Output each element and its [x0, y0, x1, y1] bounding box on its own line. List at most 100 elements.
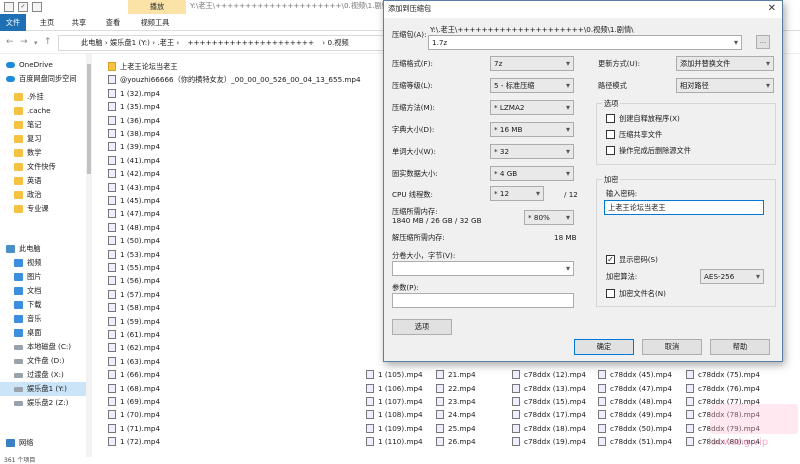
sidebar-item[interactable]: 文档	[0, 284, 92, 298]
crumb-laowang[interactable]: .老王	[157, 38, 174, 47]
crumb-video[interactable]: 0.视频	[327, 38, 348, 47]
split-combo[interactable]	[392, 261, 574, 276]
drive-icon	[14, 387, 23, 392]
video-file-icon	[108, 397, 116, 406]
sidebar-item[interactable]: .cache	[0, 104, 92, 118]
sidebar-item[interactable]: 百度网盘同步空间	[0, 72, 92, 86]
sidebar-item[interactable]: 娱乐盘1 (Y:)	[0, 382, 92, 396]
password-input[interactable]: 上老王论坛当老王	[604, 200, 764, 215]
video-file-icon	[108, 303, 116, 313]
sidebar-item[interactable]: 此电脑	[0, 242, 92, 256]
sidebar-item[interactable]: 文件盘 (D:)	[0, 354, 92, 368]
sfx-label[interactable]: 创建自释放程序(X)	[619, 114, 680, 124]
video-file-icon	[366, 383, 374, 393]
video-file-icon	[108, 209, 116, 219]
video-file-icon	[366, 370, 374, 380]
crumb-pc[interactable]: 此电脑	[81, 38, 103, 47]
tab-view[interactable]: 查看	[100, 14, 126, 31]
cancel-button[interactable]: 取消	[642, 339, 702, 355]
pathmode-select[interactable]: 相对路径	[676, 78, 774, 93]
mem-select[interactable]: * 80%	[524, 210, 574, 225]
file-name: 1 (62).mp4	[120, 343, 161, 353]
dict-label: 字典大小(D):	[392, 125, 435, 134]
sidebar-item-label: 百度网盘同步空间	[19, 74, 77, 83]
nav-scrollbar-thumb[interactable]	[87, 64, 91, 174]
video-file-icon	[686, 383, 694, 393]
address-field[interactable]: 此电脑 › 娱乐盘1 (Y:) › .老王 › ++++++++++++++++…	[58, 35, 388, 51]
sidebar-item[interactable]: 政治	[0, 188, 92, 202]
show-password-checkbox[interactable]: ✓	[606, 255, 615, 264]
show-password-label[interactable]: 显示密码(S)	[619, 255, 658, 265]
sidebar-item-label: .cache	[27, 106, 51, 115]
shared-label[interactable]: 压缩共享文件	[619, 130, 662, 140]
chevron-down-icon[interactable]: ▾	[34, 39, 38, 47]
close-icon[interactable]: ✕	[768, 3, 776, 14]
crumb-drive[interactable]: 娱乐盘1 (Y:)	[110, 38, 150, 47]
unmem-value: 18 MB	[554, 233, 577, 242]
sidebar-item[interactable]: 文件快传	[0, 160, 92, 174]
delete-source-label[interactable]: 操作完成后删除源文件	[619, 146, 691, 156]
tab-share[interactable]: 共享	[66, 14, 92, 31]
delete-source-checkbox[interactable]	[606, 146, 615, 155]
update-select[interactable]: 添加并替换文件	[676, 56, 774, 71]
method-select[interactable]: * LZMA2	[490, 100, 574, 115]
file-name: 1 (109).mp4	[378, 423, 423, 433]
sidebar-item[interactable]: 本地磁盘 (C:)	[0, 340, 92, 354]
new-folder-icon[interactable]	[32, 2, 42, 12]
properties-icon[interactable]: ✓	[18, 2, 28, 12]
sidebar-item[interactable]: .外挂	[0, 90, 92, 104]
browse-button[interactable]: ...	[756, 35, 770, 49]
archive-label: 压缩包(A):	[392, 30, 427, 39]
params-label: 参数(P):	[392, 283, 419, 292]
tab-play-context[interactable]: 播放	[128, 0, 186, 14]
video-file-icon	[686, 437, 694, 447]
level-select[interactable]: 5 - 标准压缩	[490, 78, 574, 93]
encryption-group-title: 加密	[602, 175, 621, 185]
dict-select[interactable]: * 16 MB	[490, 122, 574, 137]
solid-select[interactable]: * 4 GB	[490, 166, 574, 181]
sidebar-item[interactable]: 图片	[0, 270, 92, 284]
shared-checkbox[interactable]	[606, 130, 615, 139]
file-name: 1 (32).mp4	[120, 88, 161, 98]
sidebar-item-label: 文件快传	[27, 162, 56, 171]
file-name: 1 (53).mp4	[120, 249, 161, 259]
tab-home[interactable]: 主页	[34, 14, 60, 31]
format-select[interactable]: 7z	[490, 56, 574, 71]
sidebar-item[interactable]: 数学	[0, 146, 92, 160]
file-name: 1 (105).mp4	[378, 370, 423, 380]
params-input[interactable]	[392, 293, 574, 308]
sidebar-item[interactable]: 网络	[0, 436, 92, 450]
encrypt-names-checkbox[interactable]	[606, 289, 615, 298]
word-select[interactable]: * 32	[490, 144, 574, 159]
archive-name-combo[interactable]: 1.7z	[428, 35, 742, 50]
cpu-select[interactable]: * 12	[490, 186, 544, 201]
sidebar-item[interactable]: 娱乐盘2 (Z:)	[0, 396, 92, 410]
tab-video-tools[interactable]: 视频工具	[134, 14, 176, 31]
sidebar-item[interactable]: 专业课	[0, 202, 92, 216]
sidebar-item[interactable]: 下载	[0, 298, 92, 312]
help-button[interactable]: 帮助	[710, 339, 770, 355]
up-icon[interactable]: ↑	[44, 37, 52, 47]
sfx-checkbox[interactable]	[606, 114, 615, 123]
video-file-icon	[108, 142, 116, 152]
crumb-plus[interactable]: +++++++++++++++++++++	[188, 38, 314, 47]
sidebar-item[interactable]: 笔记	[0, 118, 92, 132]
sidebar-item[interactable]: 视频	[0, 256, 92, 270]
sidebar-item[interactable]: OneDrive	[0, 58, 92, 72]
encrypt-names-label[interactable]: 加密文件名(N)	[619, 289, 666, 299]
ok-button[interactable]: 确定	[574, 339, 634, 355]
back-icon[interactable]: ←	[6, 37, 14, 47]
sidebar-item[interactable]: 过渡盘 (X:)	[0, 368, 92, 382]
tab-file[interactable]: 文件	[0, 14, 26, 31]
sidebar-item[interactable]: 复习	[0, 132, 92, 146]
options-button[interactable]: 选项	[392, 319, 452, 335]
enc-method-select[interactable]: AES-256	[700, 269, 764, 284]
blue-icon	[14, 301, 23, 309]
forward-icon[interactable]: →	[20, 37, 28, 47]
sidebar-item[interactable]: 桌面	[0, 326, 92, 340]
sidebar-item-label: 数学	[27, 148, 42, 157]
sidebar-item[interactable]: 英语	[0, 174, 92, 188]
navigation-pane: OneDrive 百度网盘同步空间 .外挂 .cache 笔记 复习数学文件快传英语 政治专…	[0, 54, 92, 464]
sidebar-item[interactable]: 音乐	[0, 312, 92, 326]
watermark-logo	[710, 404, 798, 434]
